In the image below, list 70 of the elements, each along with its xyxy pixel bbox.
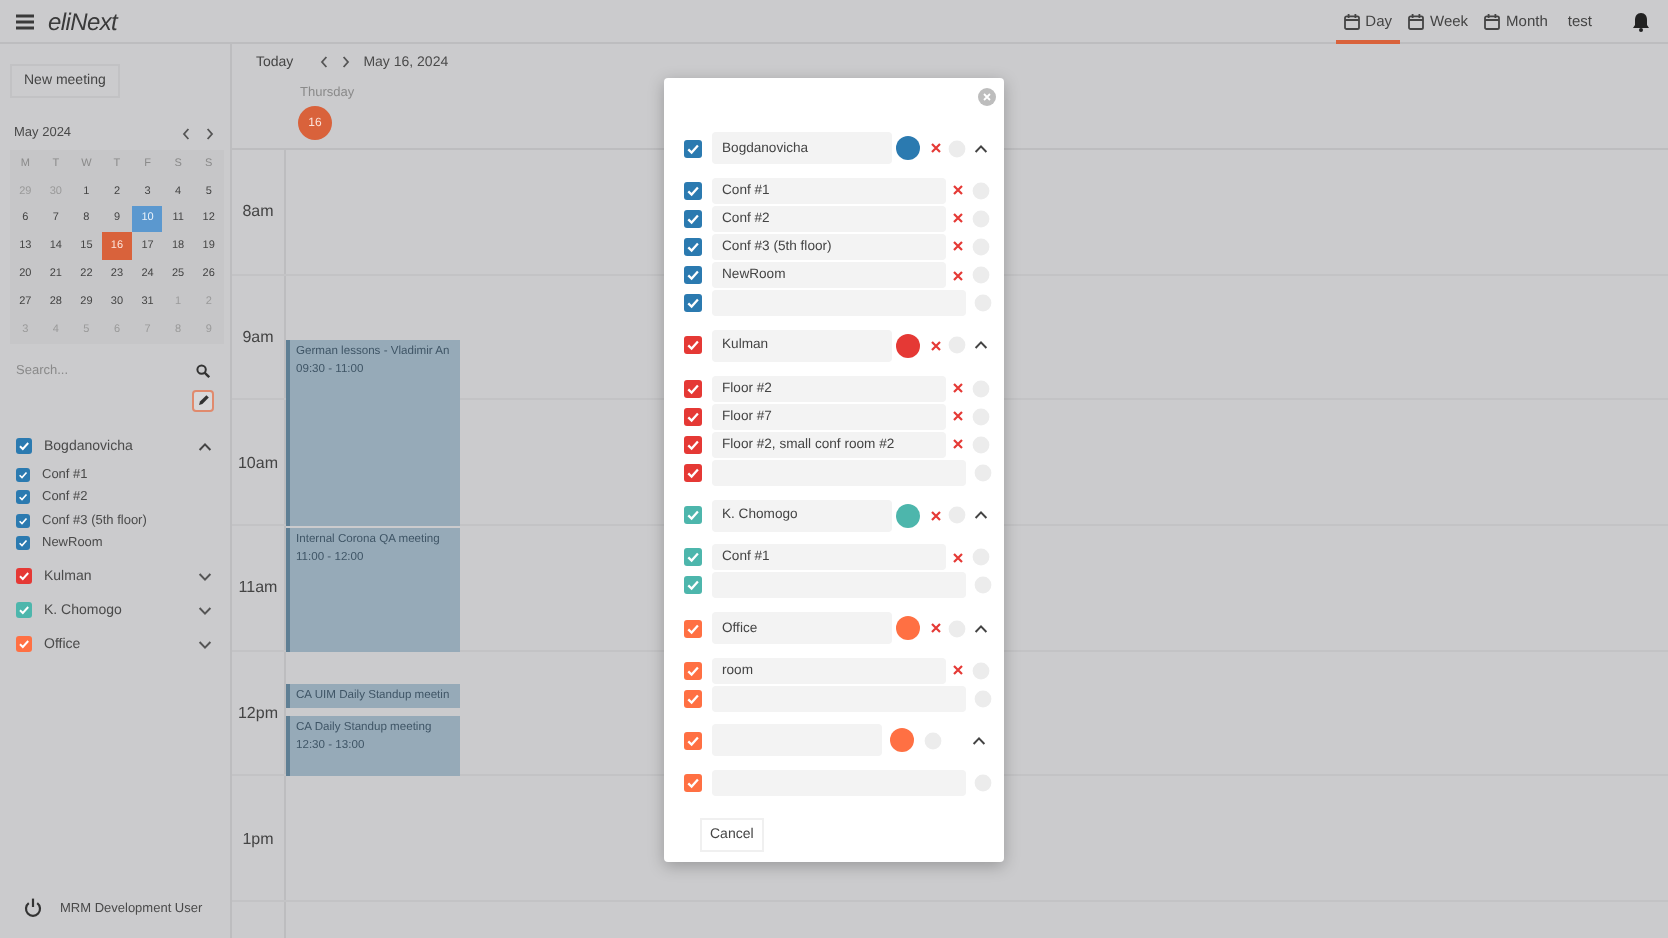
chevron-right-icon[interactable]: [341, 56, 350, 68]
x-mark-icon[interactable]: [930, 509, 942, 522]
checkbox[interactable]: [684, 336, 702, 355]
calendar-icon[interactable]: [1484, 13, 1501, 29]
checkbox[interactable]: [684, 181, 702, 200]
pencil-icon: [197, 394, 209, 407]
color-dot[interactable]: [896, 333, 920, 358]
caret-down-icon[interactable]: [198, 571, 212, 582]
caret-down-icon[interactable]: [198, 639, 212, 650]
chevron-right-icon[interactable]: [206, 127, 214, 139]
menu-icon[interactable]: [16, 13, 34, 29]
power-icon[interactable]: [24, 898, 42, 918]
checkbox[interactable]: [16, 513, 30, 528]
checkbox[interactable]: [684, 619, 702, 638]
checkbox[interactable]: [16, 568, 32, 585]
checkbox[interactable]: [684, 237, 702, 256]
color-dot[interactable]: [896, 136, 920, 160]
x-mark-icon[interactable]: [952, 664, 964, 677]
checkbox[interactable]: [684, 407, 702, 426]
caret-up-icon[interactable]: [198, 441, 212, 452]
bell-icon[interactable]: [1632, 11, 1650, 31]
checkbox[interactable]: [16, 467, 30, 482]
edit-button[interactable]: [192, 389, 214, 412]
checkbox[interactable]: [16, 636, 32, 653]
checkbox[interactable]: [684, 209, 702, 228]
x-mark-icon[interactable]: [930, 142, 942, 154]
x-mark-icon[interactable]: [952, 184, 964, 197]
hour-label: 8am: [232, 150, 286, 274]
x-mark-icon[interactable]: [952, 269, 964, 282]
color-dot[interactable]: [896, 616, 920, 641]
caret-up-icon[interactable]: [972, 735, 986, 746]
checkbox[interactable]: [684, 689, 702, 708]
x-mark-icon[interactable]: [952, 212, 964, 225]
checkbox[interactable]: [16, 490, 30, 505]
checkbox[interactable]: [16, 536, 30, 551]
checkbox[interactable]: [684, 379, 702, 398]
caret-up-icon[interactable]: [974, 510, 988, 521]
checkbox[interactable]: [16, 438, 32, 455]
x-mark-icon[interactable]: [952, 240, 964, 253]
x-mark-icon[interactable]: [930, 622, 942, 635]
hour-label: 1pm: [232, 776, 286, 901]
checkbox[interactable]: [684, 294, 702, 313]
color-dot[interactable]: [890, 728, 914, 753]
color-dot[interactable]: [896, 503, 920, 528]
checkbox[interactable]: [684, 266, 702, 285]
x-mark-icon[interactable]: [952, 410, 964, 423]
caret-down-icon[interactable]: [198, 605, 212, 616]
caret-up-icon[interactable]: [974, 143, 988, 153]
checkbox[interactable]: [684, 435, 702, 454]
checkbox[interactable]: [684, 139, 702, 157]
logo: eliNext: [48, 7, 118, 35]
checkbox[interactable]: [684, 464, 702, 483]
checkbox[interactable]: [684, 506, 702, 525]
x-mark-icon[interactable]: [952, 551, 964, 564]
checkbox[interactable]: [684, 548, 702, 567]
x-mark-icon[interactable]: [952, 438, 964, 451]
caret-up-icon[interactable]: [974, 623, 988, 634]
x-mark-icon[interactable]: [930, 339, 942, 352]
checkbox[interactable]: [684, 731, 702, 750]
checkbox[interactable]: [684, 576, 702, 595]
search-icon[interactable]: [196, 364, 210, 379]
calendar-icon[interactable]: [1408, 13, 1424, 29]
checkbox[interactable]: [684, 661, 702, 680]
x-mark-icon[interactable]: [952, 382, 964, 395]
calendar-icon[interactable]: [1343, 13, 1360, 29]
caret-up-icon[interactable]: [974, 340, 988, 351]
chevron-left-icon[interactable]: [319, 56, 328, 68]
chevron-left-icon[interactable]: [182, 127, 190, 139]
checkbox[interactable]: [16, 602, 32, 619]
checkbox[interactable]: [684, 774, 702, 793]
